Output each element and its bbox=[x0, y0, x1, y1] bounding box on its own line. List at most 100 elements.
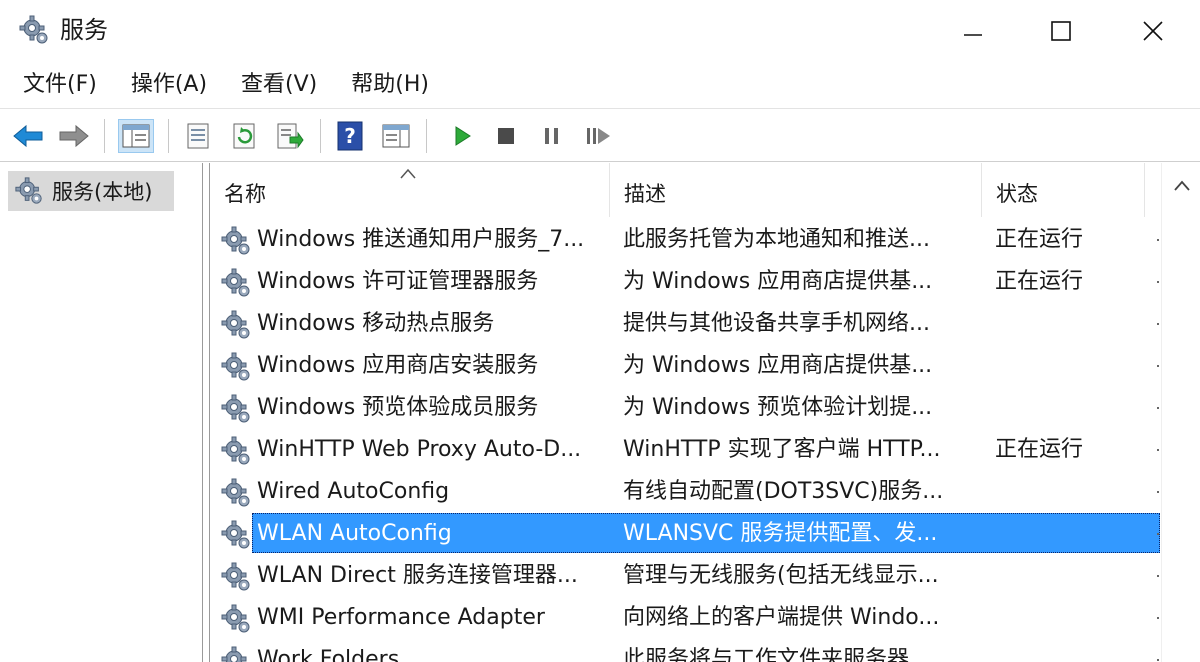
service-description: 提供与其他设备共享手机网络... bbox=[623, 311, 930, 336]
back-icon bbox=[13, 124, 43, 148]
service-name: Windows 预览体验成员服务 bbox=[257, 395, 539, 420]
show-action-pane-icon bbox=[382, 124, 410, 148]
service-description: 有线自动配置(DOT3SVC)服务... bbox=[623, 479, 944, 504]
tree-item-label: 服务(本地) bbox=[52, 180, 153, 204]
maximize-icon bbox=[1051, 21, 1071, 41]
close-icon bbox=[1143, 21, 1163, 41]
stop-service-button[interactable] bbox=[488, 119, 524, 153]
service-status: 正在运行 bbox=[995, 269, 1084, 294]
service-name: Windows 推送通知用户服务_7... bbox=[257, 227, 585, 252]
show-hide-console-tree-button[interactable] bbox=[118, 119, 154, 153]
menu-view[interactable]: 查看(V) bbox=[228, 62, 330, 108]
table-row[interactable]: Windows 许可证管理器服务 为 Windows 应用商店提供基... 正在运行 bbox=[210, 261, 1161, 303]
service-description: 为 Windows 应用商店提供基... bbox=[623, 269, 933, 294]
service-name: Windows 移动热点服务 bbox=[257, 311, 495, 336]
svg-text:?: ? bbox=[344, 124, 356, 148]
help-icon: ? bbox=[337, 121, 363, 151]
service-gear-icon bbox=[220, 435, 252, 467]
row-edge-mark bbox=[1157, 659, 1159, 661]
service-gear-icon bbox=[220, 477, 252, 509]
service-name: WLAN Direct 服务连接管理器... bbox=[257, 563, 578, 588]
pause-service-button[interactable] bbox=[534, 119, 570, 153]
table-row[interactable]: Work Folders 此服务将与工作文件夹服务器... bbox=[210, 639, 1161, 662]
service-name: WLAN AutoConfig bbox=[257, 521, 452, 546]
service-description: 为 Windows 应用商店提供基... bbox=[623, 353, 933, 378]
menu-file[interactable]: 文件(F) bbox=[10, 62, 110, 108]
toolbar-separator bbox=[426, 119, 427, 153]
services-list: 名称 描述 状态 Windows 推送通知用户服务_7... 此服务托管为本地通知… bbox=[209, 163, 1200, 662]
service-gear-icon bbox=[220, 309, 252, 341]
toolbar-separator bbox=[104, 119, 105, 153]
service-gear-icon bbox=[220, 561, 252, 593]
table-row[interactable]: Windows 预览体验成员服务 为 Windows 预览体验计划提... bbox=[210, 387, 1161, 429]
tree-item-services-local[interactable]: 服务(本地) bbox=[8, 171, 174, 211]
show-action-pane-button[interactable] bbox=[378, 119, 414, 153]
service-name: WinHTTP Web Proxy Auto-D... bbox=[257, 437, 582, 462]
service-description: 为 Windows 预览体验计划提... bbox=[623, 395, 933, 420]
service-gear-icon bbox=[220, 603, 252, 635]
vertical-scrollbar[interactable] bbox=[1161, 163, 1200, 662]
row-edge-mark bbox=[1157, 239, 1159, 241]
table-row[interactable]: Windows 推送通知用户服务_7... 此服务托管为本地通知和推送... 正在运… bbox=[210, 219, 1161, 261]
restart-service-button[interactable] bbox=[580, 119, 616, 153]
back-button[interactable] bbox=[10, 119, 46, 153]
column-header-status[interactable]: 状态 bbox=[982, 163, 1145, 217]
scroll-up-icon[interactable] bbox=[1174, 179, 1190, 191]
properties-button[interactable] bbox=[180, 119, 216, 153]
table-row[interactable]: Windows 移动热点服务 提供与其他设备共享手机网络... bbox=[210, 303, 1161, 345]
row-edge-mark bbox=[1157, 533, 1159, 535]
title-bar: 服务 bbox=[0, 0, 1200, 62]
service-name: WMI Performance Adapter bbox=[257, 605, 545, 630]
row-edge-mark bbox=[1157, 365, 1159, 367]
table-row[interactable]: WLAN AutoConfig WLANSVC 服务提供配置、发... bbox=[210, 513, 1161, 555]
service-description: WinHTTP 实现了客户端 HTTP... bbox=[623, 437, 941, 462]
row-edge-mark bbox=[1157, 281, 1159, 283]
service-gear-icon bbox=[220, 519, 252, 551]
properties-icon bbox=[187, 123, 209, 149]
service-description: WLANSVC 服务提供配置、发... bbox=[623, 521, 938, 546]
service-description: 此服务托管为本地通知和推送... bbox=[623, 227, 930, 252]
services-gear-icon bbox=[19, 15, 48, 44]
column-header-name-label: 名称 bbox=[224, 182, 266, 206]
service-gear-icon bbox=[220, 351, 252, 383]
service-gear-icon bbox=[220, 393, 252, 425]
start-service-button[interactable] bbox=[444, 119, 480, 153]
service-status: 正在运行 bbox=[995, 437, 1084, 462]
table-row[interactable]: Windows 应用商店安装服务 为 Windows 应用商店提供基... bbox=[210, 345, 1161, 387]
help-button[interactable]: ? bbox=[332, 119, 368, 153]
refresh-icon bbox=[233, 123, 255, 149]
maximize-button[interactable] bbox=[1016, 0, 1106, 62]
service-description: 管理与无线服务(包括无线显示... bbox=[623, 563, 939, 588]
table-row[interactable]: WLAN Direct 服务连接管理器... 管理与无线服务(包括无线显示... bbox=[210, 555, 1161, 597]
toolbar-separator bbox=[320, 119, 321, 153]
minimize-button[interactable] bbox=[928, 0, 1018, 62]
pause-service-icon bbox=[545, 128, 558, 144]
table-row[interactable]: WinHTTP Web Proxy Auto-D... WinHTTP 实现了客户… bbox=[210, 429, 1161, 471]
sort-ascending-icon bbox=[400, 168, 416, 179]
refresh-button[interactable] bbox=[226, 119, 262, 153]
service-name: Work Folders bbox=[257, 647, 400, 662]
window-title: 服务 bbox=[60, 16, 108, 44]
menu-help[interactable]: 帮助(H) bbox=[338, 62, 442, 108]
row-edge-mark bbox=[1157, 491, 1159, 493]
console-tree: 服务(本地) bbox=[0, 163, 203, 662]
table-row[interactable]: WMI Performance Adapter 向网络上的客户端提供 Windo.… bbox=[210, 597, 1161, 639]
service-status: 正在运行 bbox=[995, 227, 1084, 252]
toolbar-separator bbox=[168, 119, 169, 153]
row-edge-mark bbox=[1157, 575, 1159, 577]
service-gear-icon bbox=[220, 225, 252, 257]
column-header-name[interactable]: 名称 bbox=[210, 163, 610, 217]
menu-action[interactable]: 操作(A) bbox=[118, 62, 220, 108]
stop-service-icon bbox=[498, 128, 514, 144]
minimize-icon bbox=[964, 34, 982, 36]
services-gear-icon bbox=[15, 177, 42, 204]
column-header-description[interactable]: 描述 bbox=[610, 163, 982, 217]
menu-bar: 文件(F) 操作(A) 查看(V) 帮助(H) bbox=[0, 62, 1200, 108]
forward-button[interactable] bbox=[56, 119, 92, 153]
restart-service-icon bbox=[587, 128, 610, 144]
start-service-icon bbox=[455, 126, 471, 146]
table-row[interactable]: Wired AutoConfig 有线自动配置(DOT3SVC)服务... bbox=[210, 471, 1161, 513]
close-button[interactable] bbox=[1108, 0, 1198, 62]
export-list-button[interactable] bbox=[272, 119, 308, 153]
service-description: 向网络上的客户端提供 Windo... bbox=[623, 605, 940, 630]
